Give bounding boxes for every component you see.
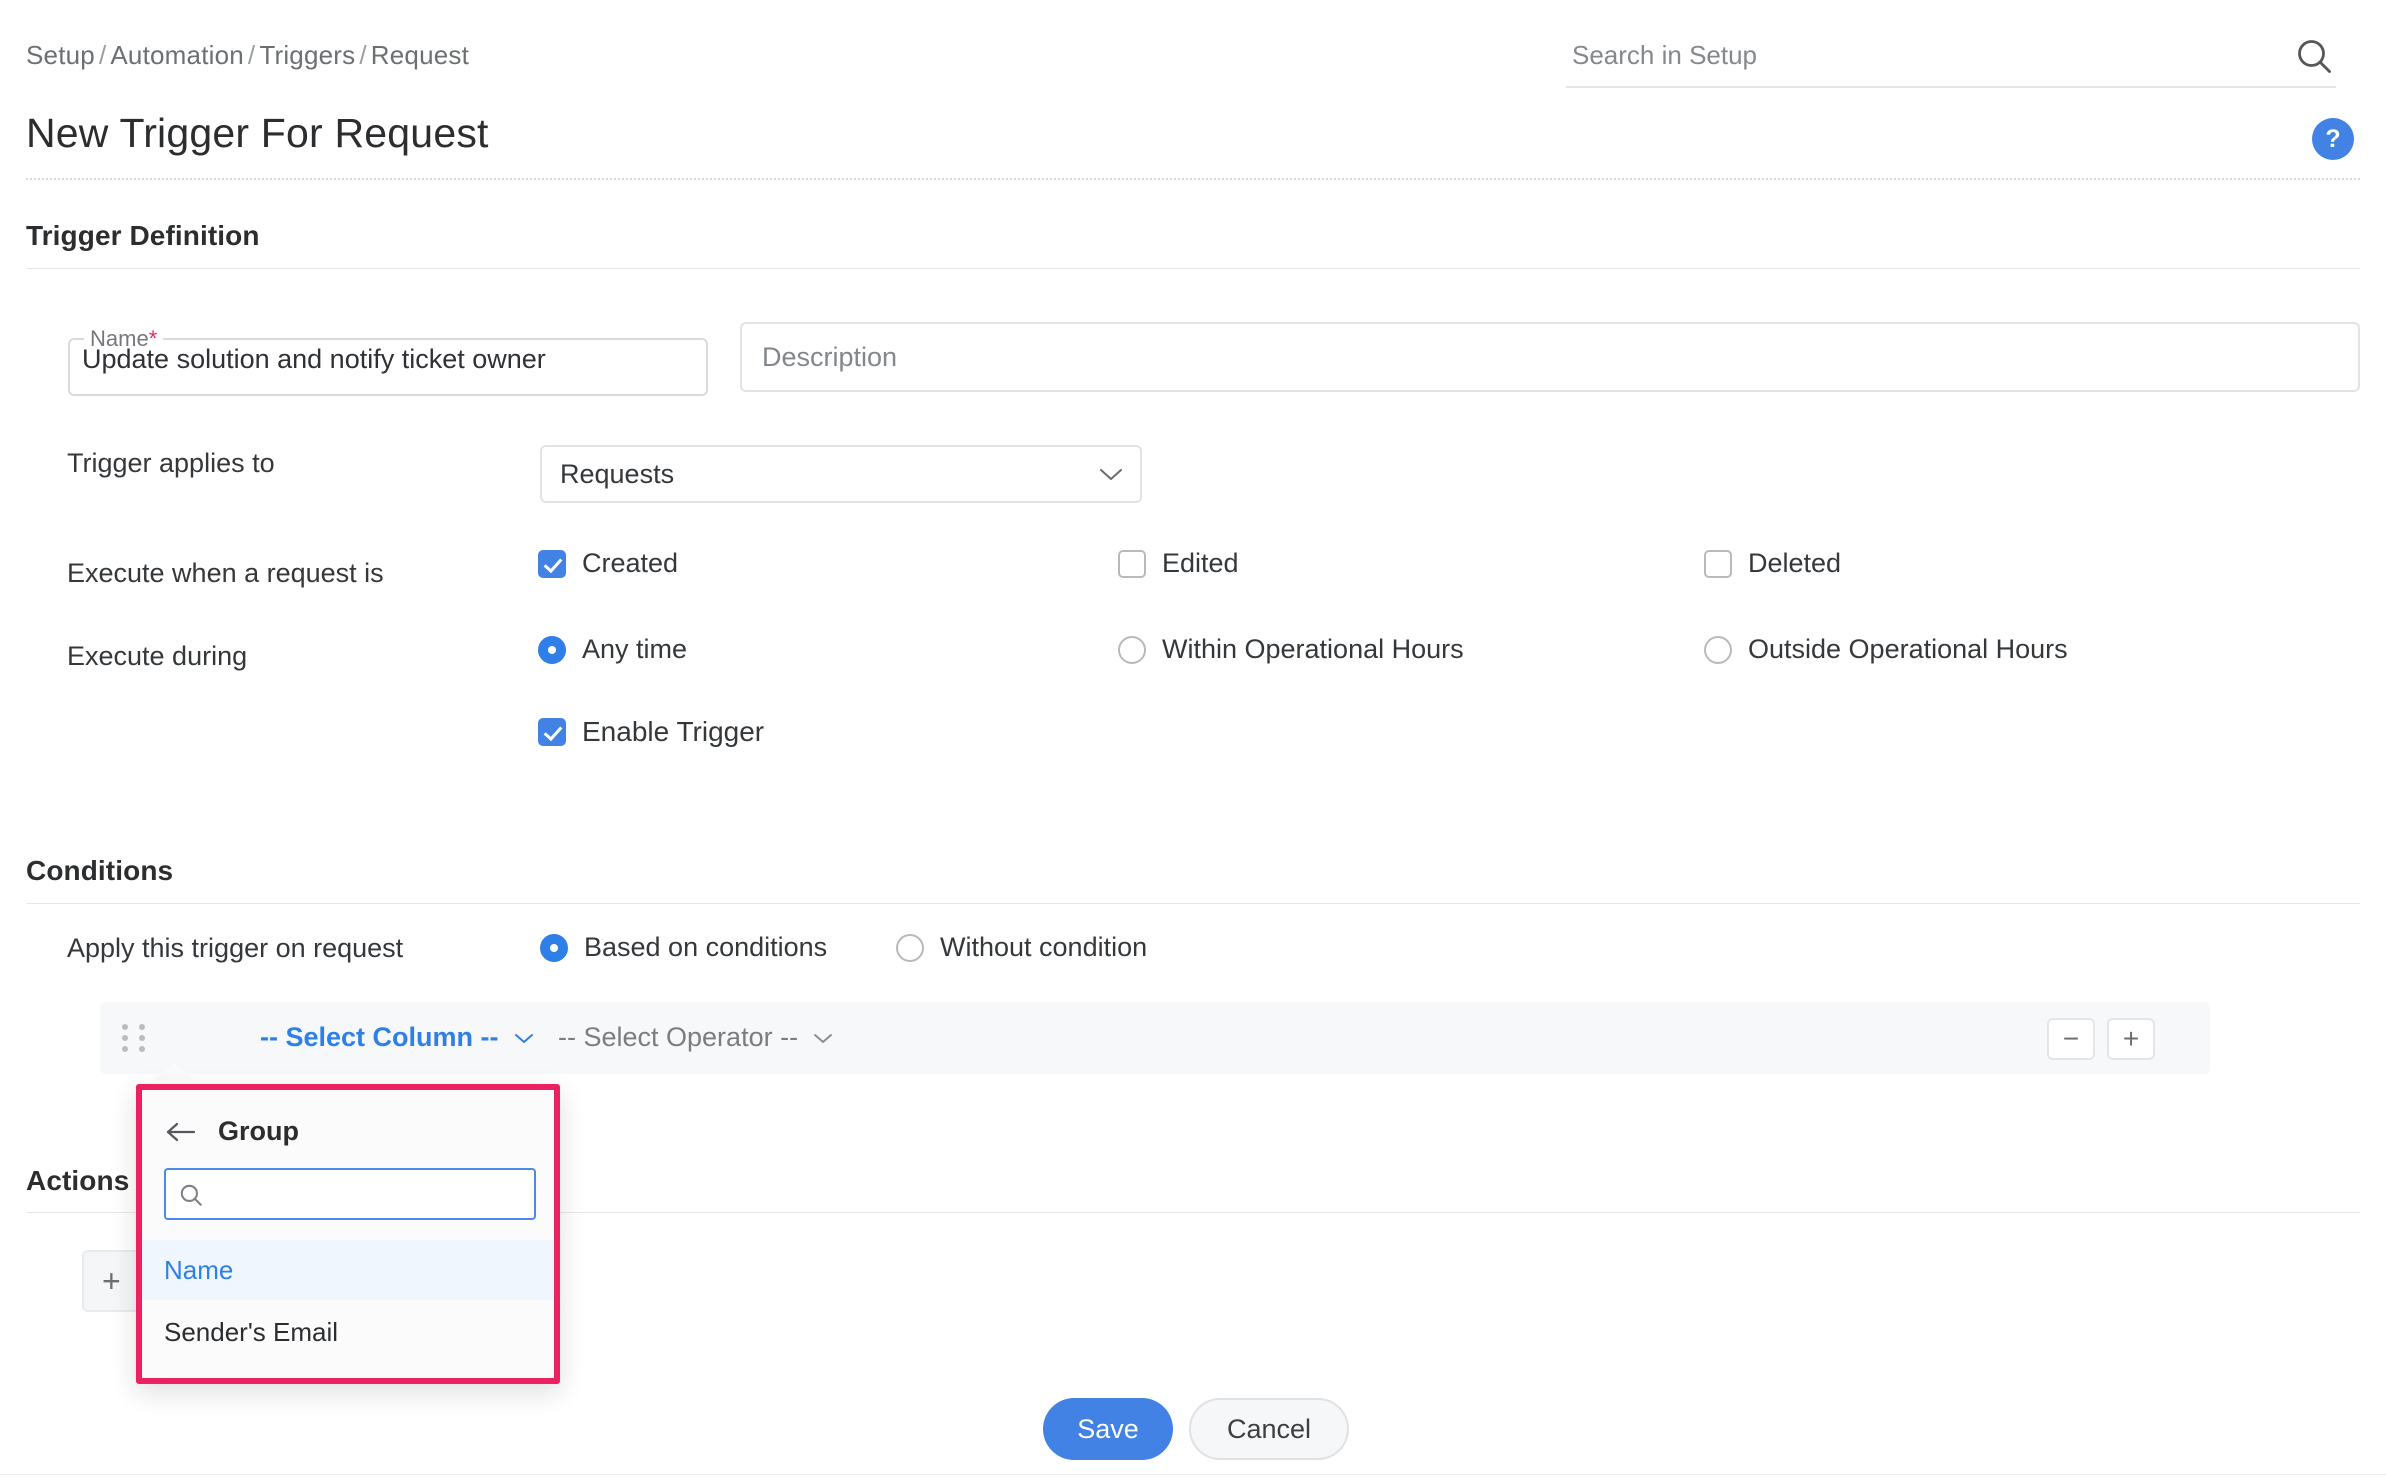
popup-option-senders-email[interactable]: Sender's Email xyxy=(142,1302,554,1362)
popup-title: Group xyxy=(218,1116,299,1147)
radio-without-condition-label: Without condition xyxy=(940,932,1147,963)
radio-without-condition[interactable]: Without condition xyxy=(896,932,1147,963)
search-icon[interactable] xyxy=(2294,36,2334,76)
checkbox-deleted-label: Deleted xyxy=(1748,548,1841,579)
select-column-value: -- Select Column -- xyxy=(260,1022,499,1053)
radio-outside-operational-hours-circle xyxy=(1704,636,1732,664)
radio-outside-operational-hours-label: Outside Operational Hours xyxy=(1748,634,2068,665)
search-icon xyxy=(178,1182,204,1208)
radio-within-operational-hours-label: Within Operational Hours xyxy=(1162,634,1464,665)
checkbox-created[interactable]: Created xyxy=(538,548,678,579)
checkbox-enable-trigger-label: Enable Trigger xyxy=(582,716,764,748)
radio-based-on-conditions-label: Based on conditions xyxy=(584,932,827,963)
breadcrumb-item-triggers[interactable]: Triggers xyxy=(259,40,355,70)
section-title-actions: Actions xyxy=(26,1165,129,1197)
breadcrumb-separator: / xyxy=(355,40,370,70)
breadcrumb-item-setup[interactable]: Setup xyxy=(26,40,95,70)
breadcrumb-separator: / xyxy=(95,40,110,70)
breadcrumb-item-request[interactable]: Request xyxy=(371,40,469,70)
section-title-trigger-definition: Trigger Definition xyxy=(26,220,260,252)
footer-divider xyxy=(0,1474,2386,1475)
checkbox-edited[interactable]: Edited xyxy=(1118,548,1239,579)
checkbox-deleted-box xyxy=(1704,550,1732,578)
drag-handle-icon[interactable] xyxy=(122,1024,148,1054)
popup-caret xyxy=(154,1062,194,1080)
checkbox-created-box xyxy=(538,550,566,578)
checkbox-edited-box xyxy=(1118,550,1146,578)
setup-search xyxy=(1566,30,2336,88)
help-button[interactable]: ? xyxy=(2312,118,2354,160)
setup-trigger-page: Setup/Automation/Triggers/Request New Tr… xyxy=(0,0,2386,1482)
popup-option-name[interactable]: Name xyxy=(142,1240,554,1300)
checkbox-edited-label: Edited xyxy=(1162,548,1239,579)
column-chooser-popup: Group Name Sender's Email xyxy=(136,1084,560,1384)
popup-header: Group xyxy=(164,1116,299,1147)
arrow-left-icon[interactable] xyxy=(164,1119,198,1145)
checkbox-enable-trigger-box xyxy=(538,718,566,746)
name-field: Name* xyxy=(68,328,708,396)
breadcrumb: Setup/Automation/Triggers/Request xyxy=(26,40,469,71)
radio-within-operational-hours[interactable]: Within Operational Hours xyxy=(1118,634,1464,665)
plus-icon: + xyxy=(102,1265,121,1297)
condition-row: -- Select Column -- -- Select Operator -… xyxy=(100,1002,2210,1074)
popup-search-input[interactable] xyxy=(214,1172,530,1216)
chevron-down-icon xyxy=(1098,465,1124,483)
minus-icon: − xyxy=(2049,1020,2093,1058)
select-operator-dropdown[interactable]: -- Select Operator -- xyxy=(558,1022,834,1053)
radio-any-time-label: Any time xyxy=(582,634,687,665)
trigger-applies-to-select[interactable]: Requests xyxy=(540,445,1142,503)
search-input[interactable] xyxy=(1572,34,2272,76)
add-condition-button[interactable]: + xyxy=(2107,1018,2155,1060)
section-divider xyxy=(26,268,2360,269)
plus-icon: + xyxy=(2109,1020,2153,1058)
radio-within-operational-hours-circle xyxy=(1118,636,1146,664)
radio-any-time[interactable]: Any time xyxy=(538,634,687,665)
section-divider xyxy=(26,903,2360,904)
trigger-applies-to-value: Requests xyxy=(560,459,674,490)
section-title-conditions: Conditions xyxy=(26,855,173,887)
save-button[interactable]: Save xyxy=(1043,1398,1173,1460)
popup-search-field xyxy=(164,1168,536,1220)
label-execute-when: Execute when a request is xyxy=(67,558,384,589)
breadcrumb-separator: / xyxy=(244,40,259,70)
radio-based-on-conditions[interactable]: Based on conditions xyxy=(540,932,827,963)
checkbox-created-label: Created xyxy=(582,548,678,579)
label-trigger-applies-to: Trigger applies to xyxy=(67,448,275,479)
radio-any-time-circle xyxy=(538,636,566,664)
select-operator-value: -- Select Operator -- xyxy=(558,1022,798,1053)
radio-without-condition-circle xyxy=(896,934,924,962)
radio-based-on-conditions-circle xyxy=(540,934,568,962)
checkbox-enable-trigger[interactable]: Enable Trigger xyxy=(538,716,764,748)
radio-outside-operational-hours[interactable]: Outside Operational Hours xyxy=(1704,634,2068,665)
description-field xyxy=(740,322,2360,392)
header-divider xyxy=(26,178,2360,180)
page-title: New Trigger For Request xyxy=(26,110,489,157)
select-column-dropdown[interactable]: -- Select Column -- xyxy=(260,1022,535,1053)
cancel-button[interactable]: Cancel xyxy=(1189,1398,1349,1460)
description-input[interactable] xyxy=(762,324,2342,390)
checkbox-deleted[interactable]: Deleted xyxy=(1704,548,1841,579)
breadcrumb-item-automation[interactable]: Automation xyxy=(110,40,244,70)
name-input[interactable] xyxy=(82,336,690,382)
label-execute-during: Execute during xyxy=(67,641,247,672)
label-apply-this-trigger: Apply this trigger on request xyxy=(67,933,403,964)
remove-condition-button[interactable]: − xyxy=(2047,1018,2095,1060)
chevron-down-icon xyxy=(513,1031,535,1045)
chevron-down-icon xyxy=(812,1031,834,1045)
